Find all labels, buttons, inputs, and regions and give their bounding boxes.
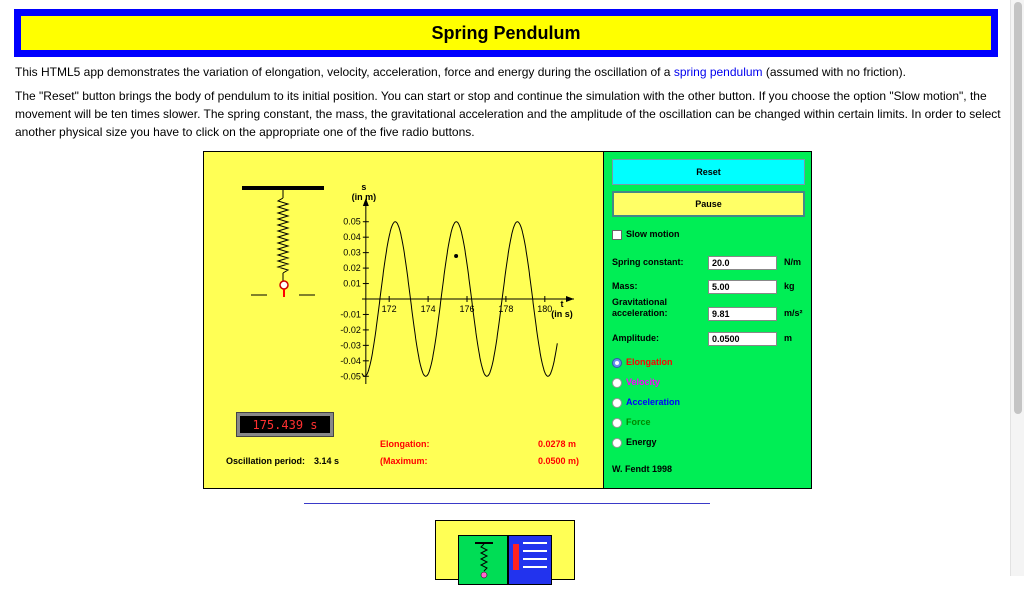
- mass-input[interactable]: [708, 280, 777, 294]
- author-credit: W. Fendt 1998: [612, 464, 673, 474]
- pause-button[interactable]: Pause: [612, 191, 805, 217]
- maximum-value: 0.0500 m): [538, 456, 580, 466]
- slow-motion-label: Slow motion: [626, 229, 680, 239]
- x-tick-label: 174: [421, 304, 436, 314]
- radio-label-force: Force: [626, 417, 651, 427]
- gravity-label-line1: Gravitational: [612, 297, 668, 307]
- spring-constant-input[interactable]: [708, 256, 777, 270]
- y-tick-label: 0.03: [343, 248, 361, 258]
- thumbnail-spring-icon: [475, 542, 493, 579]
- thumbnail-sim-icon: [513, 542, 547, 570]
- simulation-canvas: 0.05 0.04 0.03 0.02 0.01 -0.01 -0.02 -0.03 -0.04…: [204, 152, 603, 488]
- pendulum-body: [279, 280, 289, 290]
- thumbnail-green-panel: [458, 535, 508, 585]
- x-tick-label: 172: [382, 304, 397, 314]
- spring-constant-label: Spring constant:: [612, 257, 684, 267]
- horizontal-rule: [304, 503, 710, 504]
- x-axis-unit: (in s): [551, 309, 573, 319]
- spring-pendulum-link[interactable]: spring pendulum: [674, 65, 763, 79]
- vertical-scrollbar[interactable]: [1010, 0, 1024, 576]
- amplitude-label: Amplitude:: [612, 333, 659, 343]
- reset-button[interactable]: Reset: [612, 159, 805, 185]
- y-tick-label: -0.01: [340, 309, 361, 319]
- spring-constant-unit: N/m: [784, 257, 802, 267]
- y-axis-label: s: [361, 182, 366, 192]
- x-tick-label: 180: [537, 304, 552, 314]
- radio-label-elongation: Elongation: [626, 357, 673, 367]
- period-value: 3.14 s: [314, 456, 340, 466]
- current-point-marker: [454, 254, 459, 259]
- radio-elongation[interactable]: [612, 358, 622, 368]
- radio-energy[interactable]: [612, 438, 622, 448]
- y-tick-label: -0.04: [340, 356, 361, 366]
- simulation-svg: 0.05 0.04 0.03 0.02 0.01 -0.01 -0.02 -0.03 -0.04…: [242, 182, 574, 384]
- y-axis-unit: (in m): [352, 192, 377, 202]
- y-tick-label: 0.05: [343, 217, 361, 227]
- thumbnail-blue-panel: [508, 535, 552, 585]
- radio-velocity[interactable]: [612, 378, 622, 388]
- scrollbar-thumb[interactable]: [1014, 2, 1022, 414]
- pendulum-applet: 0.05 0.04 0.03 0.02 0.01 -0.01 -0.02 -0.03 -0.04…: [203, 151, 812, 489]
- timer-value: 175.439 s: [240, 416, 330, 433]
- period-label: Oscillation period:: [226, 456, 306, 466]
- slow-motion-checkbox[interactable]: [612, 230, 622, 240]
- intro-text-end: (assumed with no friction).: [762, 65, 906, 79]
- y-tick-label: 0.01: [343, 279, 361, 289]
- radio-label-energy: Energy: [626, 437, 657, 447]
- x-axis-arrow: [566, 296, 574, 302]
- control-panel: Reset Pause Slow motion Spring constant:…: [603, 152, 811, 488]
- instructions-paragraph: The "Reset" button brings the body of pe…: [15, 89, 1001, 139]
- page-title: Spring Pendulum: [21, 16, 991, 50]
- y-tick-label: 0.04: [343, 232, 361, 242]
- amplitude-input[interactable]: [708, 332, 777, 346]
- mass-label: Mass:: [612, 281, 638, 291]
- ceiling-bar: [242, 186, 324, 190]
- next-applet-thumbnail[interactable]: [435, 520, 575, 585]
- radio-force[interactable]: [612, 418, 622, 428]
- gravity-label-line2: acceleration:: [612, 308, 668, 318]
- amplitude-unit: m: [784, 333, 793, 343]
- elongation-graph: 0.05 0.04 0.03 0.02 0.01 -0.01 -0.02 -0.03 -0.04…: [340, 182, 574, 384]
- mass-unit: kg: [784, 281, 795, 291]
- y-tick-label: -0.02: [340, 325, 361, 335]
- title-banner: Spring Pendulum: [14, 9, 998, 57]
- intro-paragraph: This HTML5 app demonstrates the variatio…: [15, 63, 1005, 81]
- y-tick-label: -0.03: [340, 340, 361, 350]
- intro-text-start: This HTML5 app demonstrates the variatio…: [15, 65, 674, 79]
- y-tick-label: 0.02: [343, 263, 361, 273]
- spring-coil: [276, 197, 290, 274]
- elongation-value: 0.0278 m: [538, 439, 577, 449]
- elongation-label: Elongation:: [380, 439, 430, 449]
- timer-display: 175.439 s: [236, 412, 334, 437]
- radio-label-velocity: Velocity: [626, 377, 661, 387]
- gravity-input[interactable]: [708, 307, 777, 321]
- radio-label-acceleration: Acceleration: [626, 397, 681, 407]
- maximum-label: (Maximum:: [380, 456, 428, 466]
- y-tick-label: -0.05: [340, 371, 361, 381]
- radio-acceleration[interactable]: [612, 398, 622, 408]
- x-axis-label: t: [561, 299, 564, 309]
- gravity-unit: m/s²: [784, 308, 803, 318]
